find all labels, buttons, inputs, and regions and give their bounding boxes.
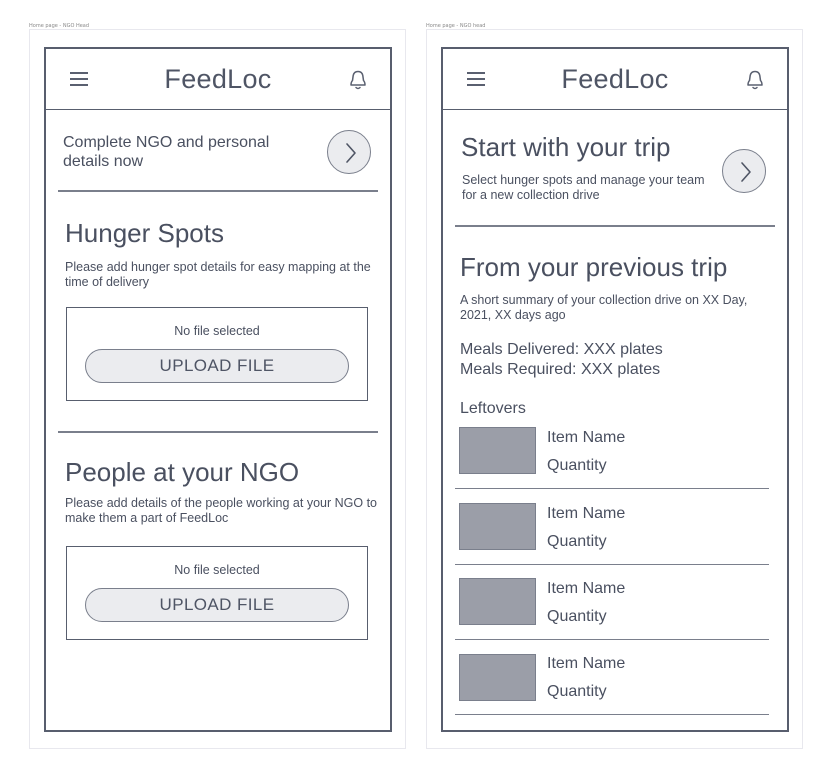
divider [455,225,775,227]
upload-file-button[interactable]: UPLOAD FILE [85,588,349,622]
item-quantity: Quantity [547,608,607,625]
people-description: Please add details of the people working… [65,496,377,525]
item-thumbnail [459,427,536,474]
item-thumbnail [459,654,536,701]
phone-screen-right: FeedLoc Start with your trip Select hung… [441,47,789,732]
leftovers-label: Leftovers [460,400,526,417]
meals-required: Meals Required: XXX plates [460,361,661,378]
app-title: FeedLoc [561,64,669,94]
bell-icon[interactable] [348,69,368,91]
item-name: Item Name [547,580,626,597]
start-trip-button[interactable] [722,149,766,193]
upload-file-button[interactable]: UPLOAD FILE [85,349,349,383]
chevron-right-icon [741,162,751,182]
item-thumbnail [459,578,536,625]
people-heading: People at your NGO [65,457,300,487]
hunger-spots-heading: Hunger Spots [65,218,224,248]
bell-icon[interactable] [745,69,765,91]
meals-delivered: Meals Delivered: XXX plates [460,341,663,358]
item-name: Item Name [547,655,626,672]
divider [58,190,378,192]
previous-trip-heading: From your previous trip [460,252,728,282]
complete-details-text: Complete NGO and personal details now [63,134,270,170]
item-quantity: Quantity [547,683,607,700]
hunger-spots-description: Please add hunger spot details for easy … [65,260,371,289]
item-thumbnail [459,503,536,550]
file-status: No file selected [174,563,260,577]
item-divider [455,714,769,715]
item-quantity: Quantity [547,533,607,550]
people-upload-box: No file selected UPLOAD FILE [66,546,368,640]
item-divider [455,639,769,640]
item-name: Item Name [547,429,626,446]
item-divider [455,564,769,565]
phone-screen-left: FeedLoc Complete NGO and personal detail… [44,47,392,732]
start-trip-description: Select hunger spots and manage your team… [462,173,705,202]
divider [58,431,378,433]
complete-details-button[interactable] [327,130,371,174]
start-trip-heading: Start with your trip [461,132,671,162]
app-header: FeedLoc [443,49,787,110]
previous-trip-summary: A short summary of your collection drive… [460,293,748,322]
file-status: No file selected [174,324,260,338]
item-quantity: Quantity [547,457,607,474]
hunger-spots-upload-box: No file selected UPLOAD FILE [66,307,368,401]
chevron-right-icon [346,143,356,163]
item-divider [455,488,769,489]
item-name: Item Name [547,505,626,522]
app-header: FeedLoc [46,49,390,110]
app-title: FeedLoc [164,64,272,94]
